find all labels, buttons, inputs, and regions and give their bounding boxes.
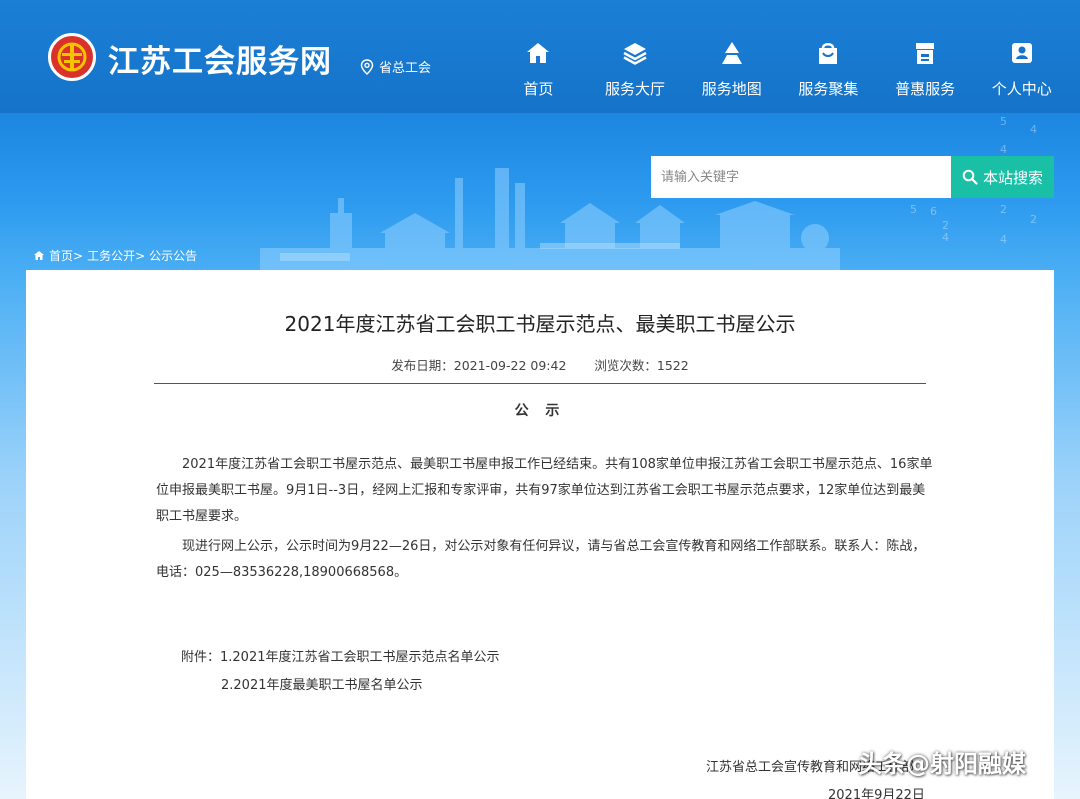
nav-service-hall[interactable]: 服务大厅 (587, 36, 684, 99)
breadcrumb: 首页> 工务公开> 公示公告 (33, 247, 197, 264)
site-header: 江苏工会服务网 省总工会 首页 服务大厅 服务地图 服务聚集 普惠服务 个人中心 (0, 0, 1080, 113)
article-paragraph-2: 现进行网上公示，公示时间为9月22—26日，对公示对象有任何异议，请与省总工会宣… (156, 539, 926, 580)
svg-text:4: 4 (1030, 123, 1037, 136)
union-logo-icon[interactable] (48, 33, 96, 81)
attachment-link-1[interactable]: 附件：1.2021年度江苏省工会职工书屋示范点名单公示 (181, 646, 500, 665)
breadcrumb-announcements[interactable]: 公示公告 (149, 247, 197, 264)
svg-text:5: 5 (1000, 115, 1007, 128)
nav-label: 服务大厅 (605, 80, 666, 98)
article-title: 2021年度江苏省工会职工书屋示范点、最美职工书屋公示 (284, 312, 796, 336)
search-input[interactable] (651, 156, 951, 198)
nav-service-gather[interactable]: 服务聚集 (780, 36, 877, 99)
bag-icon (819, 43, 838, 64)
article-date: 2021年9月22日 (828, 788, 925, 799)
nav-label: 普惠服务 (895, 80, 956, 98)
svg-text:6: 6 (930, 205, 937, 218)
svg-text:2: 2 (1000, 203, 1007, 216)
breadcrumb-work-affairs[interactable]: 工务公开> (87, 247, 145, 264)
province-selector[interactable]: 省总工会 (360, 57, 431, 76)
site-title[interactable]: 江苏工会服务网 (108, 36, 332, 81)
nav-label: 个人中心 (991, 80, 1052, 98)
svg-text:2: 2 (1030, 213, 1037, 226)
location-pin-icon (360, 58, 374, 75)
province-label: 省总工会 (379, 61, 432, 76)
nav-personal-center[interactable]: 个人中心 (973, 36, 1070, 99)
home-icon (527, 43, 550, 63)
svg-text:4: 4 (1000, 233, 1007, 246)
nav-home[interactable]: 首页 (490, 36, 587, 99)
article-card: 2021年度江苏省工会职工书屋示范点、最美职工书屋公示 发布日期：2021-09… (26, 270, 1054, 799)
svg-text:4: 4 (1000, 143, 1007, 156)
nav-label: 服务聚集 (798, 80, 859, 98)
search-button[interactable]: 本站搜索 (951, 156, 1054, 198)
attachment-link-2[interactable]: 2.2021年度最美职工书屋名单公示 (221, 674, 423, 693)
home-icon (34, 251, 44, 260)
svg-text:4: 4 (942, 231, 949, 244)
breadcrumb-home[interactable]: 首页> (49, 247, 83, 264)
shop-icon (916, 43, 935, 64)
article-paragraph-1: 2021年度江苏省工会职工书屋示范点、最美职工书屋申报工作已经结束。共有108家… (156, 457, 933, 524)
search-button-label: 本站搜索 (982, 168, 1043, 187)
map-icon (721, 42, 742, 64)
main-nav: 首页 服务大厅 服务地图 服务聚集 普惠服务 个人中心 (490, 36, 1070, 99)
nav-service-map[interactable]: 服务地图 (683, 36, 780, 99)
nav-benefit-service[interactable]: 普惠服务 (877, 36, 974, 99)
nav-label: 服务地图 (701, 80, 762, 98)
view-count: 浏览次数：1522 (594, 358, 689, 373)
layers-icon (623, 43, 647, 65)
user-icon (1011, 43, 1032, 63)
svg-text:5: 5 (910, 203, 917, 216)
publish-date: 发布日期：2021-09-22 09:42 (391, 358, 567, 373)
watermark: 头条@射阳融媒 (858, 750, 1026, 778)
article-meta: 发布日期：2021-09-22 09:42 浏览次数：1522 (26, 355, 1054, 374)
nav-label: 首页 (523, 80, 554, 98)
search-icon (962, 169, 978, 185)
title-divider (154, 383, 926, 384)
notice-heading: 公 示 (514, 403, 566, 419)
